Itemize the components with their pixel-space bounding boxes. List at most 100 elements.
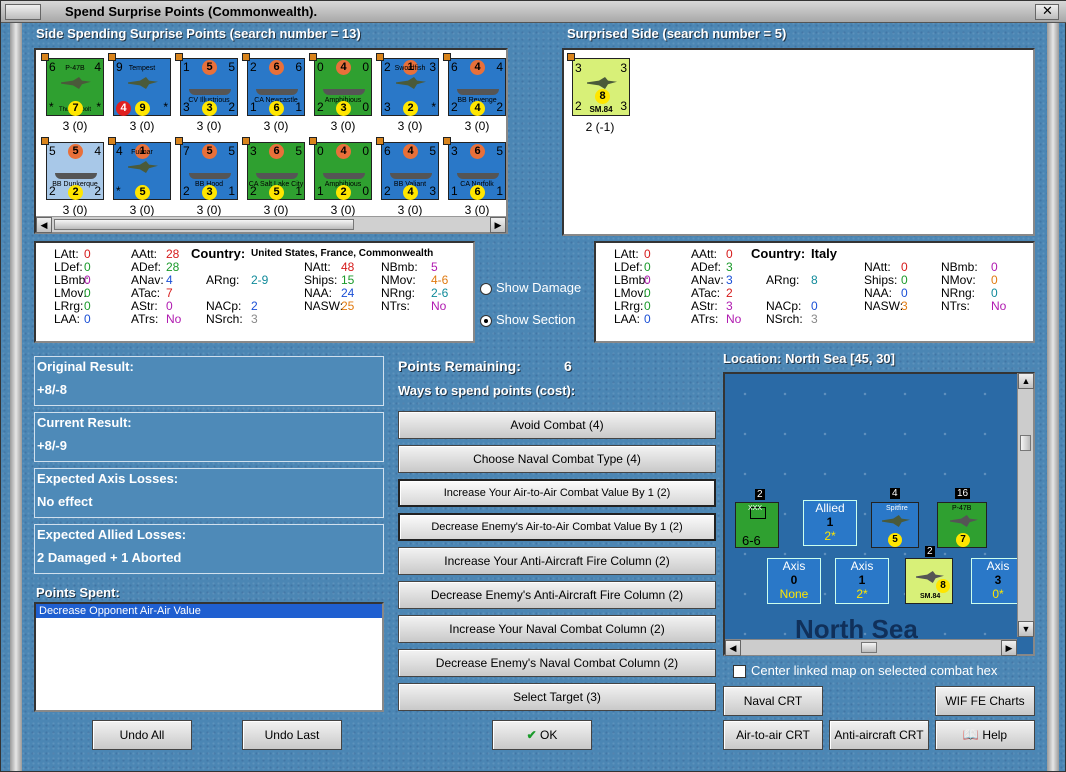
- unit-counter-sm84[interactable]: 3 3 2 3 8 SM.84: [567, 53, 630, 116]
- stat-value-aatt: 0: [726, 247, 733, 261]
- undo-last-button[interactable]: Undo Last: [242, 720, 342, 750]
- scroll-down-button[interactable]: ▼: [1018, 621, 1034, 637]
- unit-counter[interactable]: 3 5 6 CA Norfolk 1 1 6: [443, 137, 506, 200]
- counter-value: 3: [429, 184, 436, 198]
- naval-crt-button[interactable]: Naval CRT: [723, 686, 823, 716]
- map-unit-spitfire[interactable]: Spitfire 5: [871, 502, 919, 548]
- unit-counter[interactable]: 2 3 1 Swordfish 3 * 2: [376, 53, 439, 116]
- counter-label: 3 (0): [62, 119, 88, 133]
- unit-counter[interactable]: 0 0 4 Amphibious 1 0 2: [309, 137, 372, 200]
- stat-value-natt: 0: [901, 260, 908, 274]
- counter-value: 3: [451, 144, 458, 158]
- expected-allied-losses-box: Expected Allied Losses: 2 Damaged + 1 Ab…: [34, 524, 384, 574]
- map-unit-corps[interactable]: XXX 6-6: [735, 502, 779, 548]
- scroll-up-button[interactable]: ▲: [1018, 373, 1034, 389]
- unit-counter[interactable]: 7 5 5 BB Hood 2 1 3: [175, 137, 238, 200]
- counter-value: 6: [384, 144, 391, 158]
- show-damage-radio[interactable]: [480, 283, 492, 295]
- unit-counter[interactable]: 3 5 6 CA Salt Lake City 2 1 5: [242, 137, 305, 200]
- unit-counter[interactable]: 1 5 5 CV Illustrious 3 2 3: [175, 53, 238, 116]
- show-section-label[interactable]: Show Section: [496, 312, 576, 327]
- spend-option-button[interactable]: Choose Naval Combat Type (4): [398, 445, 716, 473]
- map-horizontal-scrollbar[interactable]: ◀ ▶: [725, 639, 1017, 656]
- stat-label-nacp: NACp:: [206, 299, 242, 313]
- help-button[interactable]: 📖 Help: [935, 720, 1035, 750]
- counter-value: 2: [384, 184, 391, 198]
- unit-counter[interactable]: 6 5 4 BB Valiant 2 3 4: [376, 137, 439, 200]
- scroll-left-button[interactable]: ◀: [36, 217, 52, 233]
- close-button[interactable]: ✕: [1035, 3, 1059, 20]
- stat-value-atrs: No: [726, 312, 742, 326]
- counter-strength: 6: [269, 101, 284, 116]
- counter-value: 0: [362, 100, 369, 114]
- map-vertical-scrollbar[interactable]: ▲ ▼: [1017, 373, 1034, 637]
- stat-value-astr: 0: [166, 299, 173, 313]
- counter-value: 2: [317, 100, 324, 114]
- spend-option-button[interactable]: Increase Your Anti-Aircraft Fire Column …: [398, 547, 716, 575]
- map-unit-sm84[interactable]: SM.84 8: [905, 558, 953, 604]
- spend-option-button[interactable]: Decrease Enemy's Anti-Aircraft Fire Colu…: [398, 581, 716, 609]
- scroll-thumb[interactable]: [1020, 435, 1031, 451]
- counter-value: *: [163, 100, 168, 114]
- unit-counter[interactable]: 6 4 4 BB Revenge 2 2 4: [443, 53, 506, 116]
- country-label: Country:: [751, 246, 806, 261]
- ok-button[interactable]: ✔ OK: [492, 720, 592, 750]
- counters-scrollbar[interactable]: ◀ ▶: [36, 216, 506, 233]
- scroll-thumb[interactable]: [861, 642, 877, 653]
- stat-label-arng: ARng:: [766, 273, 800, 287]
- unit-counter[interactable]: 4 1 Fulmar * 5: [108, 137, 171, 200]
- unit-counter[interactable]: 0 0 4 Amphibious 2 0 3: [309, 53, 372, 116]
- counter-value: 3: [575, 61, 582, 75]
- expected-axis-losses-label: Expected Axis Losses:: [37, 471, 179, 486]
- left-panel-title: Side Spending Surprise Points (search nu…: [36, 26, 361, 41]
- map-unit-p47b[interactable]: P-47B 7: [937, 502, 987, 548]
- unit-counter[interactable]: 5 4 5 BB Dunkerque 2 2 2: [41, 137, 104, 200]
- combat-map[interactable]: XXX 6-6 2 Allied 1 2* Spitfire 5 4 P-47B…: [723, 372, 1035, 656]
- scroll-left-button[interactable]: ◀: [725, 640, 741, 656]
- anti-aircraft-crt-button[interactable]: Anti-aircraft CRT: [829, 720, 929, 750]
- surprised-side-counters[interactable]: 3 3 2 3 8 SM.84 2 (-1): [562, 48, 1035, 236]
- scroll-right-button[interactable]: ▶: [1001, 640, 1017, 656]
- stat-label-laa: LAA:: [614, 312, 641, 326]
- unit-strength: 8: [936, 579, 950, 593]
- spend-option-button[interactable]: Decrease Enemy's Naval Combat Column (2): [398, 649, 716, 677]
- show-section-radio[interactable]: [480, 315, 492, 327]
- unit-counter[interactable]: 9 Tempest V 4 * 9 4: [108, 53, 171, 116]
- system-menu-button[interactable]: [5, 4, 41, 20]
- map-location: Location: North Sea [45, 30]: [723, 351, 895, 366]
- stat-value-lbmb: 0: [84, 273, 91, 287]
- country-value: Italy: [811, 246, 838, 261]
- spend-option-button[interactable]: Increase Your Naval Combat Column (2): [398, 615, 716, 643]
- title-bar: Spend Surprise Points (Commonwealth). ✕: [1, 1, 1066, 23]
- points-spent-list[interactable]: Decrease Opponent Air-Air Value: [34, 602, 384, 712]
- spend-option-button[interactable]: Select Target (3): [398, 683, 716, 711]
- ship-icon: [457, 89, 499, 95]
- spending-side-counters[interactable]: 6 4 P-47B Thunderbolt * * 7 3 (0) 9 Temp…: [34, 48, 508, 234]
- unit-counter[interactable]: 2 6 6 CA Newcastle 1 1 6: [242, 53, 305, 116]
- ok-label: OK: [540, 728, 558, 742]
- wif-fe-charts-button[interactable]: WIF FE Charts: [935, 686, 1035, 716]
- counter-value: 1: [183, 60, 190, 74]
- undo-all-button[interactable]: Undo All: [92, 720, 192, 750]
- center-linked-label[interactable]: Center linked map on selected combat hex: [751, 663, 997, 678]
- counter-marker: [242, 137, 250, 145]
- box-title: Allied: [815, 501, 845, 515]
- scroll-thumb[interactable]: [54, 219, 354, 230]
- unit-strength: 6-6: [742, 533, 761, 548]
- air-to-air-crt-button[interactable]: Air-to-air CRT: [723, 720, 823, 750]
- show-damage-label[interactable]: Show Damage: [496, 280, 581, 295]
- points-spent-item[interactable]: Decrease Opponent Air-Air Value: [36, 604, 382, 618]
- stat-label-nasw: NASW:: [304, 299, 344, 313]
- unit-counter[interactable]: 6 4 P-47B Thunderbolt * * 7: [41, 53, 104, 116]
- box-num: 1: [826, 515, 834, 529]
- stat-label-ntrs: NTrs:: [381, 299, 410, 313]
- aircraft-icon: [61, 77, 91, 89]
- stat-value-lbmb: 0: [644, 273, 651, 287]
- scroll-right-button[interactable]: ▶: [490, 217, 506, 233]
- spend-option-button[interactable]: Increase Your Air-to-Air Combat Value By…: [398, 479, 716, 507]
- spend-option-button[interactable]: Avoid Combat (4): [398, 411, 716, 439]
- aircraft-icon: [950, 515, 978, 527]
- spend-option-button[interactable]: Decrease Enemy's Air-to-Air Combat Value…: [398, 513, 716, 541]
- expected-allied-losses-label: Expected Allied Losses:: [37, 527, 187, 542]
- center-linked-checkbox[interactable]: [733, 665, 746, 678]
